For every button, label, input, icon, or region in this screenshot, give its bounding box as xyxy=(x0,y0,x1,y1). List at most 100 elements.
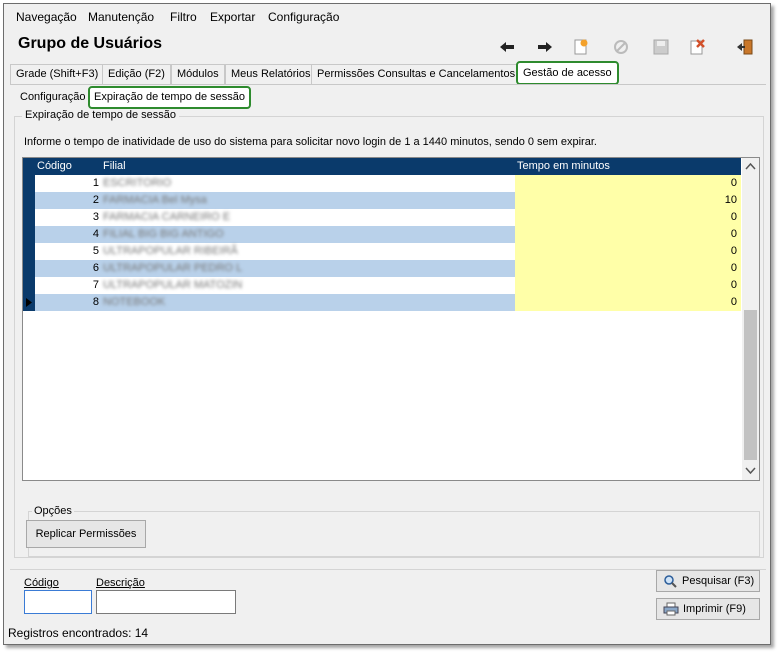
imprimir-button[interactable]: Imprimir (F9) xyxy=(656,598,760,620)
save-icon xyxy=(653,39,669,55)
table-row[interactable]: 6 ULTRAPOPULAR PEDRO L 0 xyxy=(23,260,741,277)
cell-filial[interactable]: FILIAL BIG BIG ANTIGO xyxy=(103,226,513,243)
cell-tempo-value: 10 xyxy=(724,194,737,206)
table-row[interactable]: 2 FARMACIA Bel Mysa 10 xyxy=(23,192,741,209)
cell-tempo[interactable]: 0 xyxy=(515,209,741,226)
exit-button[interactable] xyxy=(734,36,756,58)
cell-filial[interactable]: FARMACIA Bel Mysa xyxy=(103,192,513,209)
back-button[interactable] xyxy=(496,36,518,58)
cell-tempo-value: 0 xyxy=(730,245,737,257)
menu-filtro[interactable]: Filtro xyxy=(170,10,197,24)
column-tempo[interactable]: Tempo em minutos xyxy=(517,160,610,172)
cell-tempo-value: 0 xyxy=(730,228,737,240)
cell-tempo[interactable]: 10 xyxy=(515,192,741,209)
table-row[interactable]: 1 ESCRITORIO 0 xyxy=(23,175,741,192)
status-bar: Registros encontrados: 14 xyxy=(8,626,149,640)
menu-configuracao[interactable]: Configuração xyxy=(268,10,339,24)
column-codigo[interactable]: Código xyxy=(37,160,72,172)
subtab-expiracao[interactable]: Expiração de tempo de sessão xyxy=(88,86,252,109)
save-button[interactable] xyxy=(650,36,672,58)
column-filial[interactable]: Filial xyxy=(103,160,126,172)
cell-tempo-value: 0 xyxy=(730,279,737,291)
new-button[interactable] xyxy=(570,36,592,58)
row-indicator xyxy=(23,192,35,209)
cell-tempo[interactable]: 0 xyxy=(515,294,741,311)
codigo-input[interactable] xyxy=(24,590,92,614)
cell-tempo-value: 0 xyxy=(730,296,737,308)
replicar-permissoes-button[interactable]: Replicar Permissões xyxy=(26,520,146,548)
scroll-thumb[interactable] xyxy=(744,310,757,460)
exit-door-icon xyxy=(737,39,753,55)
row-indicator xyxy=(23,175,35,192)
cell-codigo[interactable]: 3 xyxy=(35,209,99,226)
cell-codigo[interactable]: 2 xyxy=(35,192,99,209)
info-text: Informe o tempo de inatividade de uso do… xyxy=(24,136,597,148)
codigo-label: Código xyxy=(24,577,59,589)
cell-filial[interactable]: ULTRAPOPULAR RIBEIRÃ xyxy=(103,243,513,260)
table-row[interactable]: 7 ULTRAPOPULAR MATOZIN 0 xyxy=(23,277,741,294)
tab-grade[interactable]: Grade (Shift+F3) xyxy=(10,64,105,84)
cell-filial[interactable]: FARMACIA CARNEIRO E xyxy=(103,209,513,226)
cell-filial[interactable]: ULTRAPOPULAR PEDRO L xyxy=(103,260,513,277)
table-row[interactable]: 4 FILIAL BIG BIG ANTIGO 0 xyxy=(23,226,741,243)
row-indicator xyxy=(23,260,35,277)
main-tabs: Grade (Shift+F3) Edição (F2) Módulos Meu… xyxy=(10,61,766,85)
menu-navegacao[interactable]: Navegação xyxy=(16,10,77,24)
cell-tempo-value: 0 xyxy=(730,177,737,189)
cell-tempo[interactable]: 0 xyxy=(515,226,741,243)
pesquisar-button[interactable]: Pesquisar (F3) xyxy=(656,570,760,592)
cell-tempo[interactable]: 0 xyxy=(515,260,741,277)
cancel-icon xyxy=(614,40,628,54)
group-title: Expiração de tempo de sessão xyxy=(22,109,180,121)
table-row[interactable]: 8 NOTEBOOK 0 xyxy=(23,294,741,311)
cell-codigo[interactable]: 7 xyxy=(35,277,99,294)
cell-codigo[interactable]: 5 xyxy=(35,243,99,260)
tab-edicao[interactable]: Edição (F2) xyxy=(102,64,171,84)
forward-button[interactable] xyxy=(534,36,556,58)
cell-filial[interactable]: NOTEBOOK xyxy=(103,294,513,311)
cell-codigo[interactable]: 4 xyxy=(35,226,99,243)
grid-header: Código Filial Tempo em minutos xyxy=(23,158,741,175)
row-indicator xyxy=(23,277,35,294)
table-row[interactable]: 5 ULTRAPOPULAR RIBEIRÃ 0 xyxy=(23,243,741,260)
pesquisar-label: Pesquisar (F3) xyxy=(682,575,755,587)
delete-button[interactable] xyxy=(686,36,708,58)
printer-icon xyxy=(663,602,679,616)
filial-grid: Código Filial Tempo em minutos 1 ESCRITOR… xyxy=(22,157,760,481)
scroll-down-icon xyxy=(745,467,756,475)
magnifier-icon xyxy=(664,575,677,588)
tab-permissoes[interactable]: Permissões Consultas e Cancelamentos xyxy=(311,64,522,84)
subtab-configuracao[interactable]: Configuração xyxy=(16,88,89,106)
menu-exportar[interactable]: Exportar xyxy=(210,10,255,24)
row-indicator xyxy=(23,243,35,260)
main-window: Navegação Manutenção Filtro Exportar Con… xyxy=(3,3,771,645)
menu-manutencao[interactable]: Manutenção xyxy=(88,10,154,24)
vertical-scrollbar[interactable] xyxy=(742,158,759,480)
cell-filial[interactable]: ESCRITORIO xyxy=(103,175,513,192)
row-indicator xyxy=(23,226,35,243)
table-row[interactable]: 3 FARMACIA CARNEIRO E 0 xyxy=(23,209,741,226)
tab-gestao-de-acesso[interactable]: Gestão de acesso xyxy=(516,61,619,85)
arrow-right-icon xyxy=(538,42,552,52)
imprimir-label: Imprimir (F9) xyxy=(683,603,746,615)
cell-codigo[interactable]: 8 xyxy=(35,294,99,311)
cell-codigo[interactable]: 6 xyxy=(35,260,99,277)
cell-tempo-value: 0 xyxy=(730,211,737,223)
cancel-button[interactable] xyxy=(610,36,632,58)
opcoes-title: Opções xyxy=(32,505,74,517)
row-indicator xyxy=(23,294,35,311)
tab-meus-relatorios[interactable]: Meus Relatórios xyxy=(225,64,317,84)
descricao-label: Descrição xyxy=(96,577,145,589)
cell-codigo[interactable]: 1 xyxy=(35,175,99,192)
cell-tempo[interactable]: 0 xyxy=(515,175,741,192)
arrow-left-icon xyxy=(500,42,514,52)
tab-modulos[interactable]: Módulos xyxy=(171,64,225,84)
current-row-arrow-icon xyxy=(26,298,32,307)
cell-tempo[interactable]: 0 xyxy=(515,243,741,260)
row-indicator xyxy=(23,209,35,226)
descricao-input[interactable] xyxy=(96,590,236,614)
cell-tempo[interactable]: 0 xyxy=(515,277,741,294)
menubar: Navegação Manutenção Filtro Exportar Con… xyxy=(4,4,770,28)
cell-filial[interactable]: ULTRAPOPULAR MATOZIN xyxy=(103,277,513,294)
scroll-up-icon xyxy=(745,162,756,170)
